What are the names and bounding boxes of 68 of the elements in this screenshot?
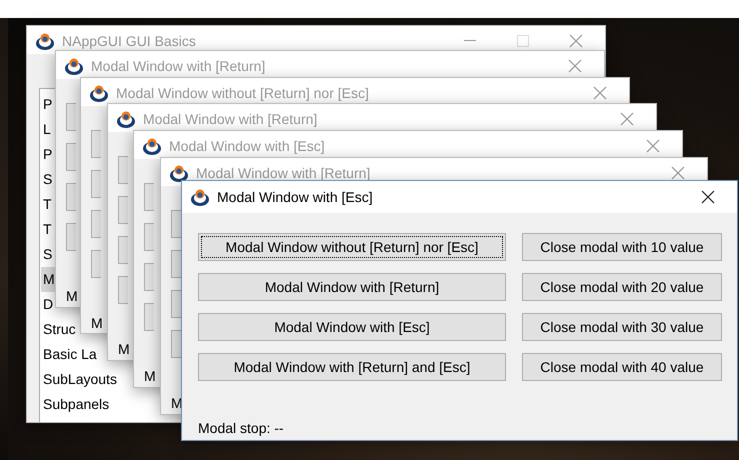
list-item[interactable]: T: [41, 192, 52, 217]
close-icon: [646, 139, 660, 153]
close-icon: [568, 59, 582, 73]
close-icon: [620, 112, 634, 126]
app-logo-icon: [35, 31, 55, 51]
dialog-button[interactable]: Modal Window without [Return] nor [Esc]: [198, 233, 506, 261]
maximize-icon: [517, 35, 529, 47]
app-logo-icon: [116, 109, 136, 129]
close-icon: [593, 86, 607, 100]
button[interactable]: [144, 223, 154, 251]
status-label: Modal stop: --: [198, 420, 284, 436]
dialog-button[interactable]: Modal Window with [Return] and [Esc]: [198, 353, 506, 381]
dialog-button[interactable]: Close modal with 40 value: [522, 353, 722, 381]
button[interactable]: [66, 103, 76, 131]
button[interactable]: [118, 236, 128, 264]
window-title: Modal Window with [Return]: [143, 111, 318, 127]
list-item[interactable]: T: [41, 217, 52, 242]
close-icon: [569, 34, 583, 48]
status-label: M: [66, 288, 78, 304]
app-logo-icon: [64, 56, 84, 76]
app-logo-icon: [89, 83, 109, 103]
button[interactable]: [66, 143, 76, 171]
list-item[interactable]: P: [41, 142, 52, 167]
button[interactable]: [118, 276, 128, 304]
list-item[interactable]: Basic La: [41, 342, 97, 367]
close-icon: [671, 166, 685, 180]
window-title: Modal Window with [Esc]: [169, 138, 326, 154]
button[interactable]: [144, 183, 154, 211]
window-title: Modal Window with [Return]: [91, 58, 266, 74]
window-title: NAppGUI GUI Basics: [62, 33, 197, 49]
dialog-button[interactable]: Close modal with 20 value: [522, 273, 722, 301]
button[interactable]: [171, 290, 181, 318]
window-title: Modal Window without [Return] nor [Esc]: [116, 85, 370, 101]
button[interactable]: [118, 196, 128, 224]
button[interactable]: [171, 250, 181, 278]
list-item[interactable]: L: [41, 117, 51, 142]
button[interactable]: [66, 223, 76, 251]
list-item[interactable]: M: [41, 267, 55, 292]
list-item[interactable]: D: [41, 292, 54, 317]
status-label: M: [91, 315, 103, 331]
dialog-button[interactable]: Modal Window with [Return]: [198, 273, 506, 301]
button[interactable]: [66, 183, 76, 211]
list-item[interactable]: Struc: [41, 317, 76, 342]
button[interactable]: [144, 263, 154, 291]
status-label: M: [144, 368, 156, 384]
window-title: Modal Window with [Return]: [196, 165, 372, 181]
button[interactable]: [91, 210, 101, 238]
list-item[interactable]: P: [41, 92, 52, 117]
button[interactable]: [91, 250, 101, 278]
button[interactable]: [144, 303, 154, 331]
window-title: Modal Window with [Esc]: [217, 189, 374, 205]
dialog-button[interactable]: Modal Window with [Esc]: [198, 313, 506, 341]
button[interactable]: [118, 156, 128, 184]
minimize-icon: [464, 40, 476, 42]
dialog-button[interactable]: Close modal with 30 value: [522, 313, 722, 341]
app-logo-icon: [142, 136, 162, 156]
list-item[interactable]: S: [41, 242, 52, 267]
close-icon: [701, 190, 715, 204]
dialog-button[interactable]: Close modal with 10 value: [522, 233, 722, 261]
list-item[interactable]: S: [41, 167, 52, 192]
button[interactable]: [91, 170, 101, 198]
app-logo-icon: [190, 187, 210, 207]
button[interactable]: [91, 130, 101, 158]
button[interactable]: [171, 330, 181, 358]
button[interactable]: [171, 210, 181, 238]
status-label: M: [118, 341, 130, 357]
list-item[interactable]: SubLayouts: [41, 367, 117, 392]
list-item[interactable]: Subpanels: [41, 392, 110, 417]
